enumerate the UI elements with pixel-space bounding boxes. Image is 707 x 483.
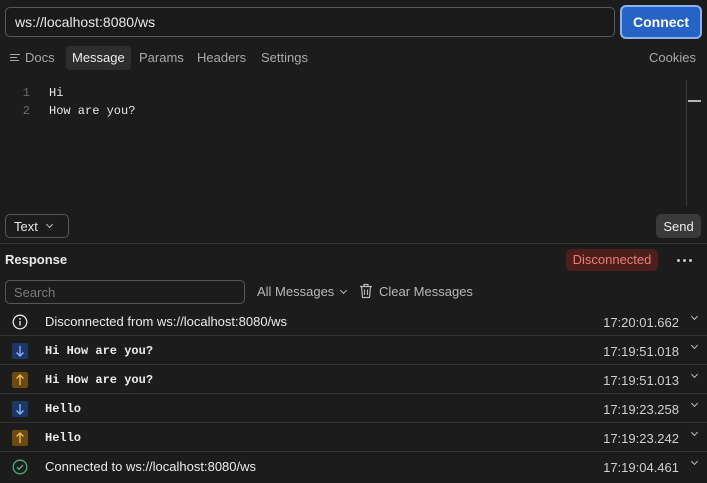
message-list: Disconnected from ws://localhost:8080/ws… xyxy=(0,307,707,481)
request-tabs: Docs Message Params Headers Settings Coo… xyxy=(0,44,707,72)
list-item[interactable]: Connected to ws://localhost:8080/ws 17:1… xyxy=(0,452,707,481)
message-timestamp: 17:19:51.013 xyxy=(603,373,679,388)
message-text: Hi How are you? xyxy=(45,344,154,358)
message-timestamp: 17:19:51.018 xyxy=(603,344,679,359)
info-icon xyxy=(12,314,28,330)
trash-icon xyxy=(360,283,372,299)
message-text: Hi How are you? xyxy=(45,373,154,387)
chevron-down-icon[interactable] xyxy=(690,457,699,466)
line-text: Hi xyxy=(49,86,64,100)
list-item[interactable]: Disconnected from ws://localhost:8080/ws… xyxy=(0,307,707,336)
chevron-down-icon xyxy=(340,286,348,294)
chevron-down-icon[interactable] xyxy=(690,370,699,379)
connection-bar: Connect xyxy=(0,0,707,44)
tab-headers[interactable]: Headers xyxy=(191,46,252,70)
tab-settings[interactable]: Settings xyxy=(255,46,314,70)
message-text: Disconnected from ws://localhost:8080/ws xyxy=(45,314,288,329)
check-circle-icon xyxy=(12,459,28,475)
message-text: Connected to ws://localhost:8080/ws xyxy=(45,459,257,474)
filter-label: All Messages xyxy=(257,284,335,299)
chevron-down-icon[interactable] xyxy=(690,399,699,408)
tab-message[interactable]: Message xyxy=(66,46,131,70)
editor-scrollbar[interactable] xyxy=(686,80,687,206)
tab-params[interactable]: Params xyxy=(133,46,190,70)
format-label: Text xyxy=(14,218,38,234)
message-timestamp: 17:19:23.242 xyxy=(603,431,679,446)
arrow-down-icon xyxy=(12,401,28,417)
message-text: Hello xyxy=(45,402,82,416)
line-number: 1 xyxy=(22,86,30,100)
chevron-down-icon xyxy=(45,220,53,229)
cookies-link[interactable]: Cookies xyxy=(649,46,696,70)
clear-messages-button[interactable]: Clear Messages xyxy=(359,283,473,299)
list-item[interactable]: Hello 17:19:23.258 xyxy=(0,394,707,423)
send-button[interactable]: Send xyxy=(656,214,701,238)
chevron-down-icon[interactable] xyxy=(690,312,699,321)
message-timestamp: 17:20:01.662 xyxy=(603,315,679,330)
dot-icon xyxy=(688,258,692,262)
search-input[interactable] xyxy=(5,280,245,304)
message-format-select[interactable]: Text xyxy=(5,214,69,238)
chevron-down-icon[interactable] xyxy=(690,428,699,437)
docs-list-icon xyxy=(10,54,20,62)
clear-messages-label: Clear Messages xyxy=(379,283,473,299)
list-item[interactable]: Hi How are you? 17:19:51.018 xyxy=(0,336,707,365)
editor-scroll-thumb[interactable] xyxy=(688,100,701,102)
list-item[interactable]: Hello 17:19:23.242 xyxy=(0,423,707,452)
more-options-button[interactable] xyxy=(672,249,696,271)
arrow-up-icon xyxy=(12,372,28,388)
tab-docs-label: Docs xyxy=(25,50,55,65)
message-editor[interactable]: 1 Hi 2 How are you? xyxy=(0,80,707,206)
message-text: Hello xyxy=(45,431,82,445)
response-title: Response xyxy=(5,252,68,267)
url-input[interactable] xyxy=(5,7,615,37)
message-timestamp: 17:19:04.461 xyxy=(603,460,679,475)
connect-button[interactable]: Connect xyxy=(620,5,702,39)
divider xyxy=(0,243,707,244)
arrow-up-icon xyxy=(12,430,28,446)
chevron-down-icon[interactable] xyxy=(690,341,699,350)
line-text: How are you? xyxy=(49,104,136,118)
tab-docs[interactable]: Docs xyxy=(4,46,61,70)
arrow-down-icon xyxy=(12,343,28,359)
list-item[interactable]: Hi How are you? 17:19:51.013 xyxy=(0,365,707,394)
message-filter-dropdown[interactable]: All Messages xyxy=(257,284,348,299)
dot-icon xyxy=(676,258,680,262)
status-badge: Disconnected xyxy=(566,249,658,271)
dot-icon xyxy=(682,258,686,262)
line-number: 2 xyxy=(22,104,30,118)
message-timestamp: 17:19:23.258 xyxy=(603,402,679,417)
